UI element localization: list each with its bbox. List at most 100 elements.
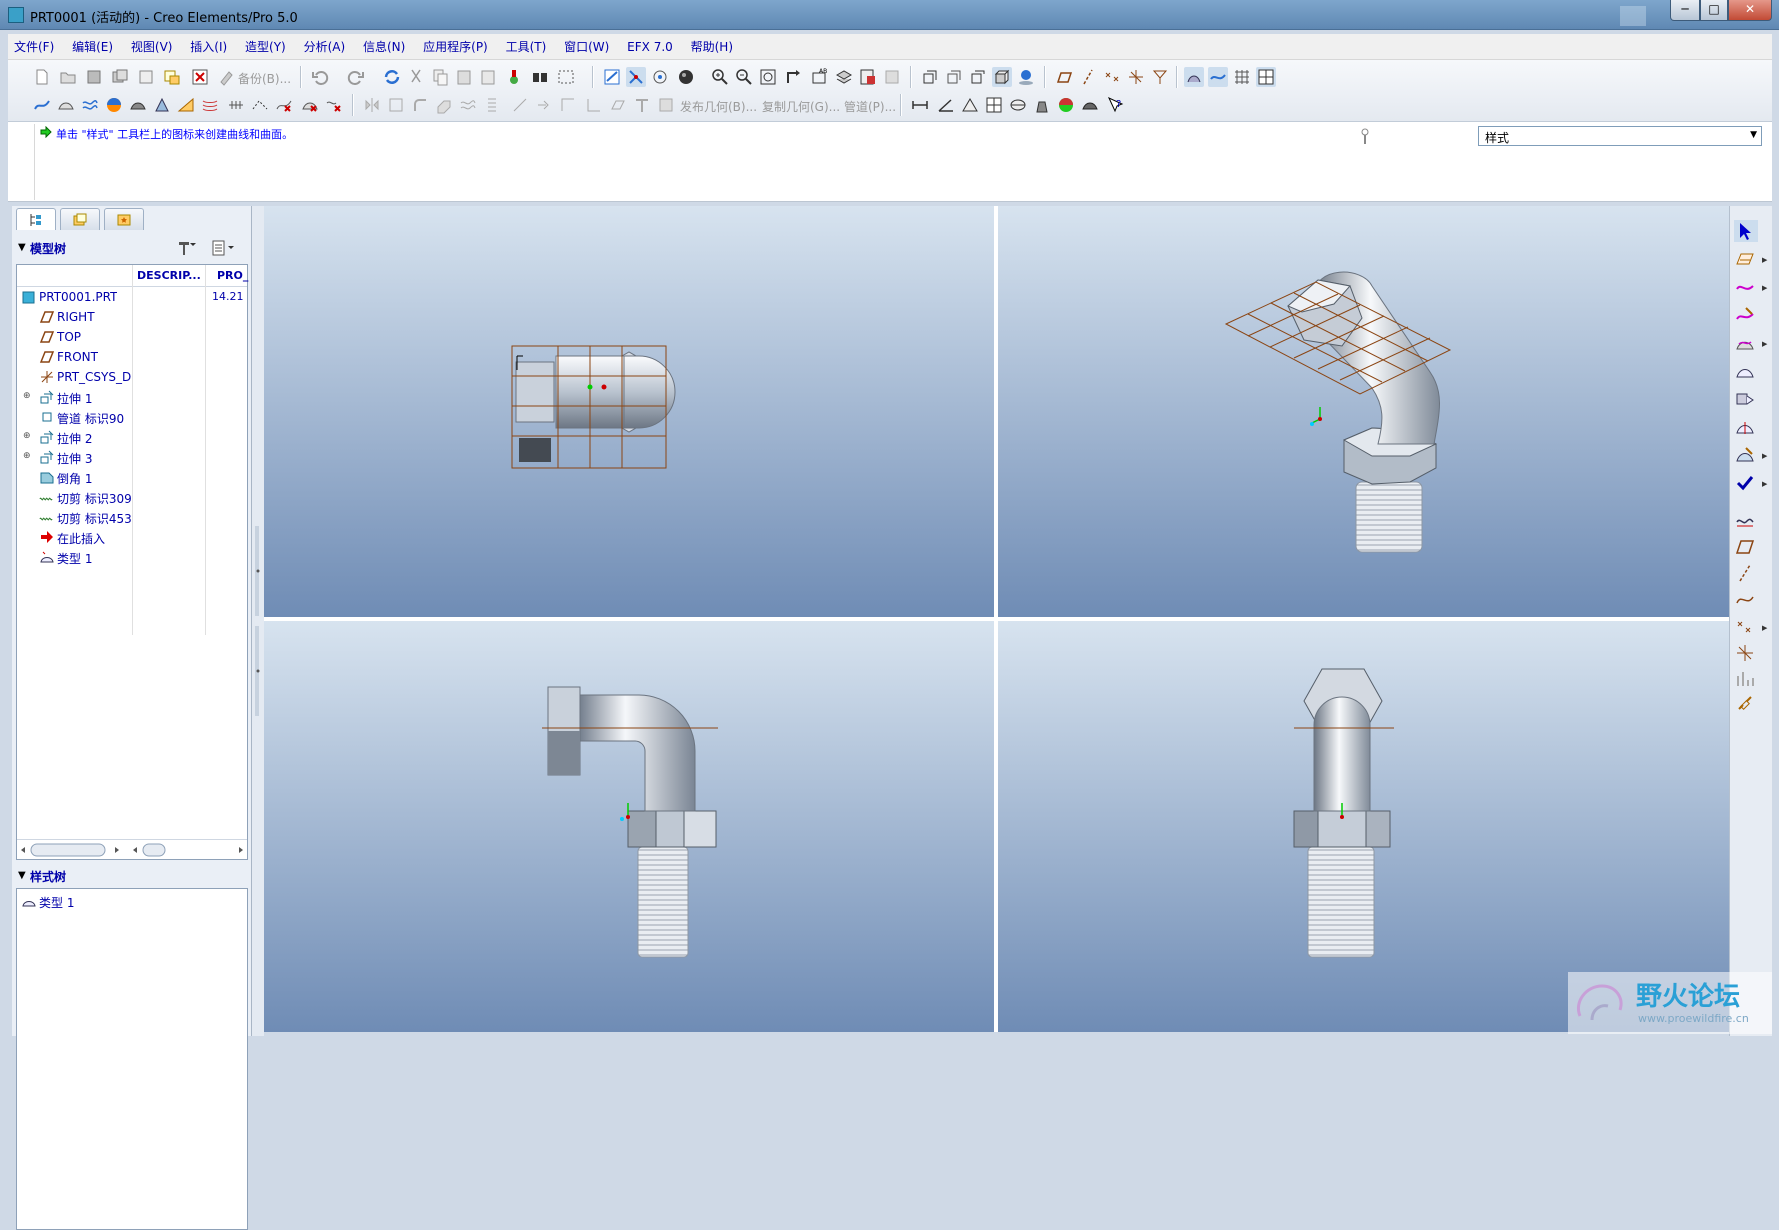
dropdown-arrow-icon[interactable]: ▶ xyxy=(1762,256,1767,264)
tree-columns-icon[interactable] xyxy=(210,238,240,258)
model-tree-header[interactable]: ▼ 模型树 xyxy=(16,236,246,260)
done-check-icon[interactable] xyxy=(1734,472,1758,494)
zoom-out-icon[interactable] xyxy=(734,67,754,87)
sweep-icon[interactable] xyxy=(510,95,530,115)
tree-item-right[interactable]: RIGHT xyxy=(17,307,247,327)
tree-item-extrude-2[interactable]: ⊕ 拉伸 2 xyxy=(17,427,247,447)
measure-area-icon[interactable] xyxy=(960,95,980,115)
delete-analysis-icon[interactable] xyxy=(274,95,294,115)
selection-filter-dropdown[interactable]: 样式 ▼ xyxy=(1478,126,1762,146)
enhanced-realism-icon[interactable] xyxy=(1016,67,1036,87)
sketch-plane-icon[interactable] xyxy=(1734,248,1758,270)
style-surface-display-icon[interactable] xyxy=(1184,67,1204,87)
solidify-icon[interactable] xyxy=(632,95,652,115)
copy-icon[interactable] xyxy=(430,67,450,87)
menu-file[interactable]: 文件(F) xyxy=(14,34,54,60)
zoom-in-icon[interactable] xyxy=(710,67,730,87)
datum-plane-tool-icon[interactable] xyxy=(1734,536,1758,558)
saved-views-icon[interactable]: AB xyxy=(810,67,830,87)
grid-display-icon[interactable] xyxy=(1256,67,1276,87)
model-analysis-icon[interactable] xyxy=(984,95,1004,115)
menu-window[interactable]: 窗口(W) xyxy=(564,34,609,60)
panel-splitter[interactable] xyxy=(252,206,264,1036)
menu-insert[interactable]: 插入(I) xyxy=(190,34,227,60)
dihedral-icon[interactable] xyxy=(226,95,246,115)
surface-analysis-icon[interactable] xyxy=(56,95,76,115)
extend-icon[interactable] xyxy=(584,95,604,115)
paste-special-icon[interactable] xyxy=(478,67,498,87)
tree-item-front[interactable]: FRONT xyxy=(17,347,247,367)
publish-geometry-icon[interactable] xyxy=(656,95,676,115)
expand-plus-icon[interactable]: ⊕ xyxy=(23,391,31,401)
menu-edit[interactable]: 编辑(E) xyxy=(72,34,113,60)
analysis-tool-icon[interactable] xyxy=(1734,668,1758,690)
tree-root-row[interactable]: PRT0001.PRT 14.21 xyxy=(17,287,247,307)
view-manager-icon[interactable] xyxy=(858,67,878,87)
display-style-icon[interactable] xyxy=(676,67,696,87)
curvature-icon[interactable] xyxy=(80,95,100,115)
hidden-line-icon[interactable] xyxy=(944,67,964,87)
publish-geometry-label[interactable]: 发布几何(B)... xyxy=(680,98,757,115)
column-header-pro[interactable]: PRO_ xyxy=(217,269,248,282)
paste-icon[interactable] xyxy=(454,67,474,87)
pipe-label[interactable]: 管道(P)... xyxy=(844,98,896,115)
tree-item-csys[interactable]: PRT_CSYS_D xyxy=(17,367,247,387)
thicken-icon[interactable] xyxy=(608,95,628,115)
repaint-icon[interactable] xyxy=(602,67,622,87)
datum-axis-tool-icon[interactable] xyxy=(1734,562,1758,584)
chain-tool-icon[interactable] xyxy=(1734,694,1758,716)
select-arrow-icon[interactable] xyxy=(1734,220,1758,242)
maximize-button[interactable]: □ xyxy=(1700,0,1728,21)
cut-icon[interactable] xyxy=(406,67,426,87)
delete-surface-analysis-icon[interactable] xyxy=(300,95,320,115)
graphics-window[interactable] xyxy=(264,206,1729,1032)
reflection-icon[interactable] xyxy=(200,95,220,115)
mass-properties-icon[interactable] xyxy=(1008,95,1028,115)
tree-item-cut-453[interactable]: 切剪 标识453 xyxy=(17,507,247,527)
refit-icon[interactable] xyxy=(758,67,778,87)
measure-distance-icon[interactable] xyxy=(910,95,930,115)
wireframe-icon[interactable] xyxy=(920,67,940,87)
expand-plus-icon[interactable]: ⊕ xyxy=(23,451,31,461)
tab-folder-browser[interactable] xyxy=(60,208,100,230)
spin-center-icon[interactable] xyxy=(626,67,646,87)
menu-tools[interactable]: 工具(T) xyxy=(506,34,547,60)
collapse-triangle-icon[interactable]: ▼ xyxy=(18,242,26,253)
select-box-icon[interactable] xyxy=(556,67,576,87)
new-file-icon[interactable] xyxy=(32,67,52,87)
dropdown-arrow-icon[interactable]: ▶ xyxy=(1762,284,1767,292)
orient-mode-icon[interactable] xyxy=(650,67,670,87)
tab-favorites[interactable] xyxy=(104,208,144,230)
datum-curve-tool-icon[interactable] xyxy=(1734,588,1758,610)
edit-curve-icon[interactable] xyxy=(1734,304,1758,326)
open-file-icon[interactable] xyxy=(58,67,78,87)
section-curvature-icon[interactable] xyxy=(128,95,148,115)
backup-icon[interactable] xyxy=(216,67,236,87)
menu-efx[interactable]: EFX 7.0 xyxy=(627,34,673,60)
close-window-icon[interactable] xyxy=(190,67,210,87)
save-icon[interactable] xyxy=(84,67,104,87)
viewport-right[interactable] xyxy=(998,621,1729,1032)
dropdown-arrow-icon[interactable]: ▶ xyxy=(1762,340,1767,348)
color-analysis-icon[interactable] xyxy=(1056,95,1076,115)
backup-label[interactable]: 备份(B)... xyxy=(238,70,291,87)
layers-icon[interactable] xyxy=(834,67,854,87)
dropdown-arrow-icon[interactable]: ▶ xyxy=(1762,480,1767,488)
tree-item-extrude-3[interactable]: ⊕ 拉伸 3 xyxy=(17,447,247,467)
measure-angle-icon[interactable] xyxy=(936,95,956,115)
dropdown-arrow-icon[interactable]: ▶ xyxy=(1762,452,1767,460)
datum-planes-display-icon[interactable] xyxy=(1054,67,1074,87)
datum-points-display-icon[interactable] xyxy=(1102,67,1122,87)
menu-help[interactable]: 帮助(H) xyxy=(691,34,733,60)
box-icon[interactable] xyxy=(386,95,406,115)
tree-settings-icon[interactable] xyxy=(176,238,206,258)
reorient-icon[interactable] xyxy=(784,67,804,87)
menu-info[interactable]: 信息(N) xyxy=(363,34,405,60)
context-help-icon[interactable]: ? xyxy=(1106,95,1126,115)
model-tree-scrollbar[interactable] xyxy=(17,839,247,859)
viewport-isometric[interactable] xyxy=(998,206,1729,617)
rename-icon[interactable] xyxy=(136,67,156,87)
copy-geometry-label[interactable]: 复制几何(G)... xyxy=(762,98,840,115)
delete-all-icon[interactable] xyxy=(324,95,344,115)
tree-item-chamfer[interactable]: 倒角 1 xyxy=(17,467,247,487)
